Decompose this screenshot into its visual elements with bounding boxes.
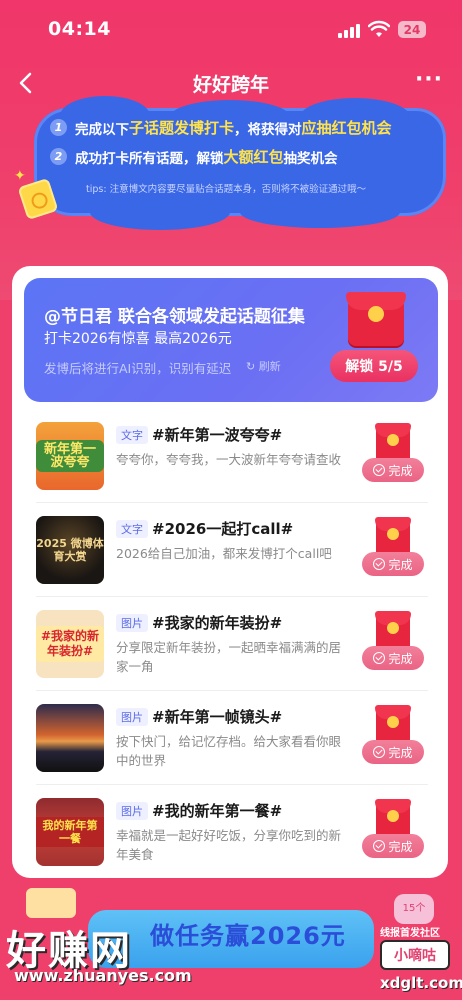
cloud-blob xyxy=(240,196,400,228)
watermark-badge: 小嘀咕 xyxy=(380,940,450,970)
signal-icon xyxy=(338,24,360,38)
task-description: 2026给自己加油，都来发博打个call吧 xyxy=(116,546,332,561)
task-description: 幸福就是一起好好吃饭，分享你吃到的新年美食 xyxy=(116,828,342,862)
divider xyxy=(36,502,428,503)
more-icon[interactable]: ··· xyxy=(414,68,444,98)
task-tag: 文字 xyxy=(116,426,148,444)
rule-highlight: 大额红包 xyxy=(223,148,284,166)
task-title: #我家的新年装扮# xyxy=(152,614,283,632)
task-thumbnail: 2025 微博体育大赏 xyxy=(36,516,104,584)
task-title: #2026一起打call# xyxy=(152,520,294,538)
page-title: 好好跨年 xyxy=(192,74,269,96)
task-title: #新年第一帧镜头# xyxy=(152,708,283,726)
task-description: 夸夸你，夸夸我，一大波新年夸夸请查收 xyxy=(116,452,342,467)
gift-icon xyxy=(26,888,76,918)
task-tag: 图片 xyxy=(116,802,148,820)
unlock-button[interactable]: 解锁 5/5 xyxy=(330,350,418,382)
battery-icon: 24 xyxy=(398,21,426,38)
done-label: 完成 xyxy=(388,557,413,572)
rule-text: 成功打卡所有话题，解锁 xyxy=(75,150,224,167)
watermark-slogan: 线报首发社区 xyxy=(380,928,440,939)
task-tag: 图片 xyxy=(116,708,148,726)
task-item[interactable]: 2025 微博体育大赏 文字 #2026一起打call# 2026给自己加油，都… xyxy=(36,506,428,600)
done-button[interactable]: 完成 xyxy=(362,552,424,576)
task-thumbnail: 新年第一波夸夸 xyxy=(36,422,104,490)
task-thumbnail: 我的新年第一餐 xyxy=(36,798,104,866)
rule-line-1: 1 完成以下 子话题发博打卡 ，将获得对 应抽红包机会 xyxy=(50,117,392,138)
check-icon xyxy=(373,746,386,758)
status-time: 04:14 xyxy=(48,18,111,40)
done-label: 完成 xyxy=(388,745,413,760)
thumbnail-caption: 2025 微博体育大赏 xyxy=(36,537,104,563)
task-item[interactable]: 我的新年第一餐 图片 #我的新年第一餐# 幸福就是一起好好吃饭，分享你吃到的新年… xyxy=(36,788,428,882)
task-description: 按下快门，给记忆存档。给大家看看你眼中的世界 xyxy=(116,734,342,768)
rule-number: 1 xyxy=(50,119,67,136)
divider xyxy=(36,690,428,691)
refresh-label: 刷新 xyxy=(258,360,281,373)
done-label: 完成 xyxy=(388,463,413,478)
divider xyxy=(36,784,428,785)
task-tag: 图片 xyxy=(116,614,148,632)
done-button[interactable]: 完成 xyxy=(362,834,424,858)
banner-note: 发博后将进行AI识别，识别有延迟 xyxy=(44,361,232,376)
rule-highlight: 应抽红包机会 xyxy=(301,119,392,137)
cloud-blob xyxy=(90,194,230,230)
rules-tips: tips: 注意博文内容要尽量贴合话题本身，否则将不被验证通过哦～ xyxy=(86,184,367,195)
bottom-banner-text: 做任务赢2026元 xyxy=(150,922,346,950)
red-envelope-icon xyxy=(346,292,406,346)
refresh-icon: ↻ xyxy=(246,360,256,373)
task-title: #我的新年第一餐# xyxy=(152,802,283,820)
done-label: 完成 xyxy=(388,651,413,666)
check-icon xyxy=(373,464,386,476)
done-label: 完成 xyxy=(388,839,413,854)
rule-number: 2 xyxy=(50,148,67,165)
rule-text: ，将获得对 xyxy=(234,121,302,138)
refresh-button[interactable]: ↻ 刷新 xyxy=(246,358,281,374)
gift-bag-icon: 15个 xyxy=(394,894,434,924)
status-bar: 04:14 24 xyxy=(0,0,462,58)
thumbnail-caption: #我家的新年装扮# xyxy=(36,626,104,662)
task-title: #新年第一波夸夸# xyxy=(152,426,283,444)
task-item[interactable]: 图片 #新年第一帧镜头# 按下快门，给记忆存档。给大家看看你眼中的世界 完成 xyxy=(36,694,428,788)
done-button[interactable]: 完成 xyxy=(362,740,424,764)
watermark-url: www.zhuanyes.com xyxy=(14,966,192,985)
rule-text: 完成以下 xyxy=(75,121,129,138)
check-icon xyxy=(373,840,386,852)
check-icon xyxy=(373,558,386,570)
done-button[interactable]: 完成 xyxy=(362,458,424,482)
task-tag: 文字 xyxy=(116,520,148,538)
task-thumbnail xyxy=(36,704,104,772)
banner-subtitle: 打卡2026有惊喜 最高2026元 xyxy=(44,331,232,347)
sparkle-icon: ✦ xyxy=(14,168,26,184)
done-button[interactable]: 完成 xyxy=(362,646,424,670)
watermark-domain: xdglt.com xyxy=(380,974,462,992)
task-item[interactable]: 新年第一波夸夸 文字 #新年第一波夸夸# 夸夸你，夸夸我，一大波新年夸夸请查收 … xyxy=(36,412,428,506)
task-description: 分享限定新年装扮，一起晒幸福满满的居家一角 xyxy=(116,640,342,674)
rule-highlight: 子话题发博打卡 xyxy=(129,119,235,137)
thumbnail-caption: 我的新年第一餐 xyxy=(36,817,104,847)
task-item[interactable]: #我家的新年装扮# 图片 #我家的新年装扮# 分享限定新年装扮，一起晒幸福满满的… xyxy=(36,600,428,694)
thumbnail-caption: 新年第一波夸夸 xyxy=(36,440,104,472)
divider xyxy=(36,596,428,597)
check-icon xyxy=(373,652,386,664)
wifi-icon xyxy=(368,20,390,37)
task-thumbnail: #我家的新年装扮# xyxy=(36,610,104,678)
banner-title: @节日君 联合各领域发起话题征集 xyxy=(44,307,305,327)
rule-text: 抽奖机会 xyxy=(283,150,338,167)
rule-line-2: 2 成功打卡所有话题，解锁 大额红包 抽奖机会 xyxy=(50,146,338,167)
